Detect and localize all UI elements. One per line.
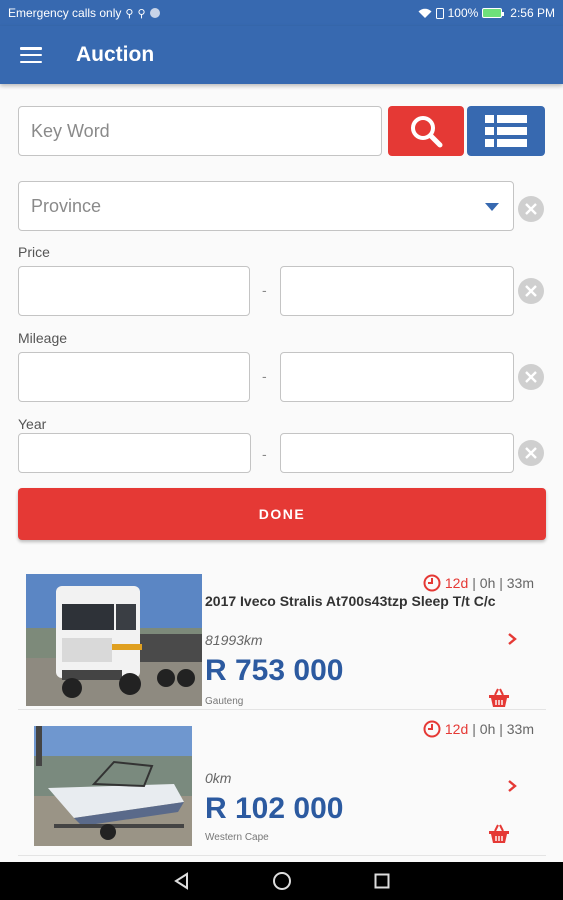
status-bar: Emergency calls only ⚲ ⚲ 100% 2:56 PM: [0, 0, 563, 26]
notification-dot-icon: [149, 8, 160, 18]
sim-icon: [435, 7, 444, 19]
done-button[interactable]: DONE: [18, 488, 546, 540]
year-range-separator: -: [262, 446, 267, 462]
time-hours-minutes: | 0h | 33m: [472, 575, 534, 591]
page-title: Auction: [76, 43, 155, 66]
clear-price-button[interactable]: [518, 278, 544, 304]
listing-price: R 102 000: [205, 792, 344, 825]
battery-icon: [482, 8, 505, 18]
close-icon: [525, 285, 537, 297]
mileage-range-separator: -: [262, 368, 267, 384]
close-icon: [525, 203, 537, 215]
keyword-input[interactable]: Key Word: [18, 106, 382, 156]
province-select[interactable]: Province: [18, 181, 514, 231]
recents-square-icon[interactable]: [371, 870, 393, 892]
chevron-right-icon[interactable]: [506, 633, 518, 645]
year-min-input[interactable]: [18, 433, 251, 473]
basket-icon[interactable]: [488, 688, 510, 708]
carrier-text: Emergency calls only: [8, 6, 122, 20]
basket-icon[interactable]: [488, 824, 510, 844]
price-max-input[interactable]: [280, 266, 514, 316]
listing-item[interactable]: 12d | 0h | 33m 0km R 102 000 Western Cap…: [18, 716, 546, 856]
price-label: Price: [18, 244, 50, 260]
time-hours-minutes: | 0h | 33m: [472, 721, 534, 737]
app-screen: Emergency calls only ⚲ ⚲ 100% 2:56 PM Au…: [0, 0, 563, 900]
clear-year-button[interactable]: [518, 440, 544, 466]
mileage-min-input[interactable]: [18, 352, 250, 402]
clock-icon: [423, 720, 441, 738]
mileage-max-input[interactable]: [280, 352, 514, 402]
close-icon: [525, 371, 537, 383]
listing-region: Gauteng: [205, 696, 244, 707]
listing-region: Western Cape: [205, 832, 269, 843]
listing-mileage: 0km: [205, 770, 232, 786]
year-max-input[interactable]: [280, 433, 514, 473]
keyword-placeholder: Key Word: [31, 120, 110, 141]
home-circle-icon[interactable]: [271, 870, 293, 892]
price-range-separator: -: [262, 282, 267, 298]
usb-icon: ⚲: [125, 7, 134, 20]
system-nav-bar: [0, 862, 563, 900]
battery-percent: 100%: [447, 6, 479, 20]
listing-mileage: 81993km: [205, 632, 263, 648]
usb-debug-icon: ⚲: [137, 7, 146, 20]
listing-item[interactable]: 12d | 0h | 33m 2017 Iveco Stralis At700s…: [18, 570, 546, 710]
list-view-button[interactable]: [467, 106, 545, 156]
time-remaining: 12d | 0h | 33m: [423, 720, 534, 738]
list-view-icon: [485, 115, 527, 147]
dropdown-arrow-icon: [485, 203, 499, 211]
time-days: 12d: [444, 575, 469, 591]
clock-icon: [423, 574, 441, 592]
search-icon: [411, 116, 443, 148]
app-bar: Auction: [0, 26, 563, 84]
boat-on-trailer-photo: [34, 726, 192, 846]
time-days: 12d: [444, 721, 469, 737]
clear-province-button[interactable]: [518, 196, 544, 222]
mileage-label: Mileage: [18, 330, 68, 346]
clear-mileage-button[interactable]: [518, 364, 544, 390]
clock-time: 2:56 PM: [510, 6, 555, 20]
back-triangle-icon[interactable]: [171, 870, 193, 892]
chevron-right-icon[interactable]: [506, 780, 518, 792]
year-label: Year: [18, 416, 47, 432]
hamburger-menu-icon[interactable]: [20, 47, 42, 63]
province-placeholder: Province: [31, 195, 102, 216]
listing-price: R 753 000: [205, 654, 344, 687]
wifi-icon: [418, 8, 432, 18]
price-min-input[interactable]: [18, 266, 250, 316]
close-icon: [525, 447, 537, 459]
listing-title: 2017 Iveco Stralis At700s43tzp Sleep T/t…: [205, 593, 496, 609]
search-button[interactable]: [388, 106, 464, 156]
time-remaining: 12d | 0h | 33m: [423, 574, 534, 592]
white-truck-photo: [26, 574, 202, 706]
